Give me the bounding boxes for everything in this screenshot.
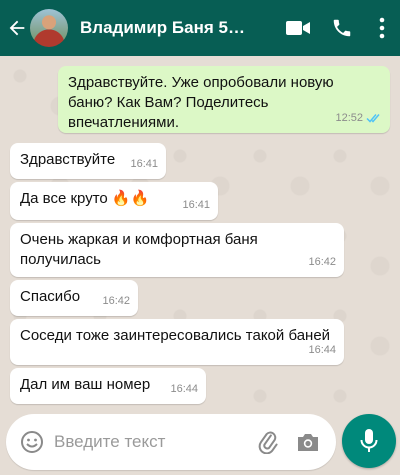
message-time: 12:52 bbox=[335, 112, 363, 124]
camera-icon bbox=[298, 434, 318, 451]
message-text: Да все круто 🔥🔥 bbox=[20, 190, 150, 207]
overflow-menu-button[interactable] bbox=[364, 0, 400, 56]
incoming-message[interactable]: Здравствуйте 16:41 bbox=[10, 143, 166, 179]
message-time: 16:44 bbox=[308, 344, 336, 356]
video-call-button[interactable] bbox=[276, 0, 320, 56]
message-time: 16:44 bbox=[170, 383, 198, 395]
outgoing-message[interactable]: Здравствуйте. Уже опробовали новую баню?… bbox=[58, 66, 390, 133]
mic-button[interactable] bbox=[342, 414, 396, 468]
message-time: 16:41 bbox=[182, 199, 210, 211]
incoming-message[interactable]: Соседи тоже заинтересовались такой баней… bbox=[10, 319, 344, 365]
voice-call-button[interactable] bbox=[320, 0, 364, 56]
avatar[interactable] bbox=[30, 9, 68, 47]
message-text: Очень жаркая и комфортная баня получилас… bbox=[20, 231, 258, 268]
contact-name[interactable]: Владимир Баня 5х6 с ... bbox=[80, 18, 250, 38]
emoji-button[interactable] bbox=[10, 414, 54, 470]
incoming-message[interactable]: Да все круто 🔥🔥 16:41 bbox=[10, 182, 218, 220]
message-time: 16:42 bbox=[308, 256, 336, 268]
read-receipt-icon bbox=[366, 114, 380, 123]
message-composer bbox=[6, 414, 336, 470]
chat-header: Владимир Баня 5х6 с ... bbox=[0, 0, 400, 56]
message-input[interactable] bbox=[54, 432, 244, 452]
message-text: Спасибо bbox=[20, 288, 81, 305]
incoming-message[interactable]: Спасибо 16:42 bbox=[10, 280, 138, 316]
camera-button[interactable] bbox=[288, 414, 328, 470]
phone-icon bbox=[333, 19, 351, 37]
message-meta: 12:52 bbox=[335, 108, 382, 128]
paperclip-icon bbox=[258, 431, 278, 454]
message-time: 16:42 bbox=[102, 295, 130, 307]
message-text: Здравствуйте. Уже опробовали новую баню?… bbox=[68, 74, 334, 131]
message-text: Соседи тоже заинтересовались такой баней bbox=[20, 327, 331, 344]
attach-button[interactable] bbox=[248, 414, 288, 470]
mic-icon bbox=[360, 429, 378, 452]
video-call-icon bbox=[286, 21, 310, 35]
incoming-message[interactable]: Очень жаркая и комфортная баня получилас… bbox=[10, 223, 344, 277]
message-text: Здравствуйте bbox=[20, 151, 116, 168]
chat-area[interactable]: Здравствуйте. Уже опробовали новую баню?… bbox=[0, 56, 400, 408]
incoming-message[interactable]: Дал им ваш номер 16:44 bbox=[10, 368, 206, 404]
message-time: 16:41 bbox=[130, 158, 158, 170]
message-text: Дал им ваш номер bbox=[20, 376, 151, 393]
more-vert-icon bbox=[379, 17, 385, 39]
back-button[interactable] bbox=[4, 0, 30, 56]
back-arrow-icon bbox=[9, 20, 25, 36]
emoji-icon bbox=[21, 431, 43, 453]
